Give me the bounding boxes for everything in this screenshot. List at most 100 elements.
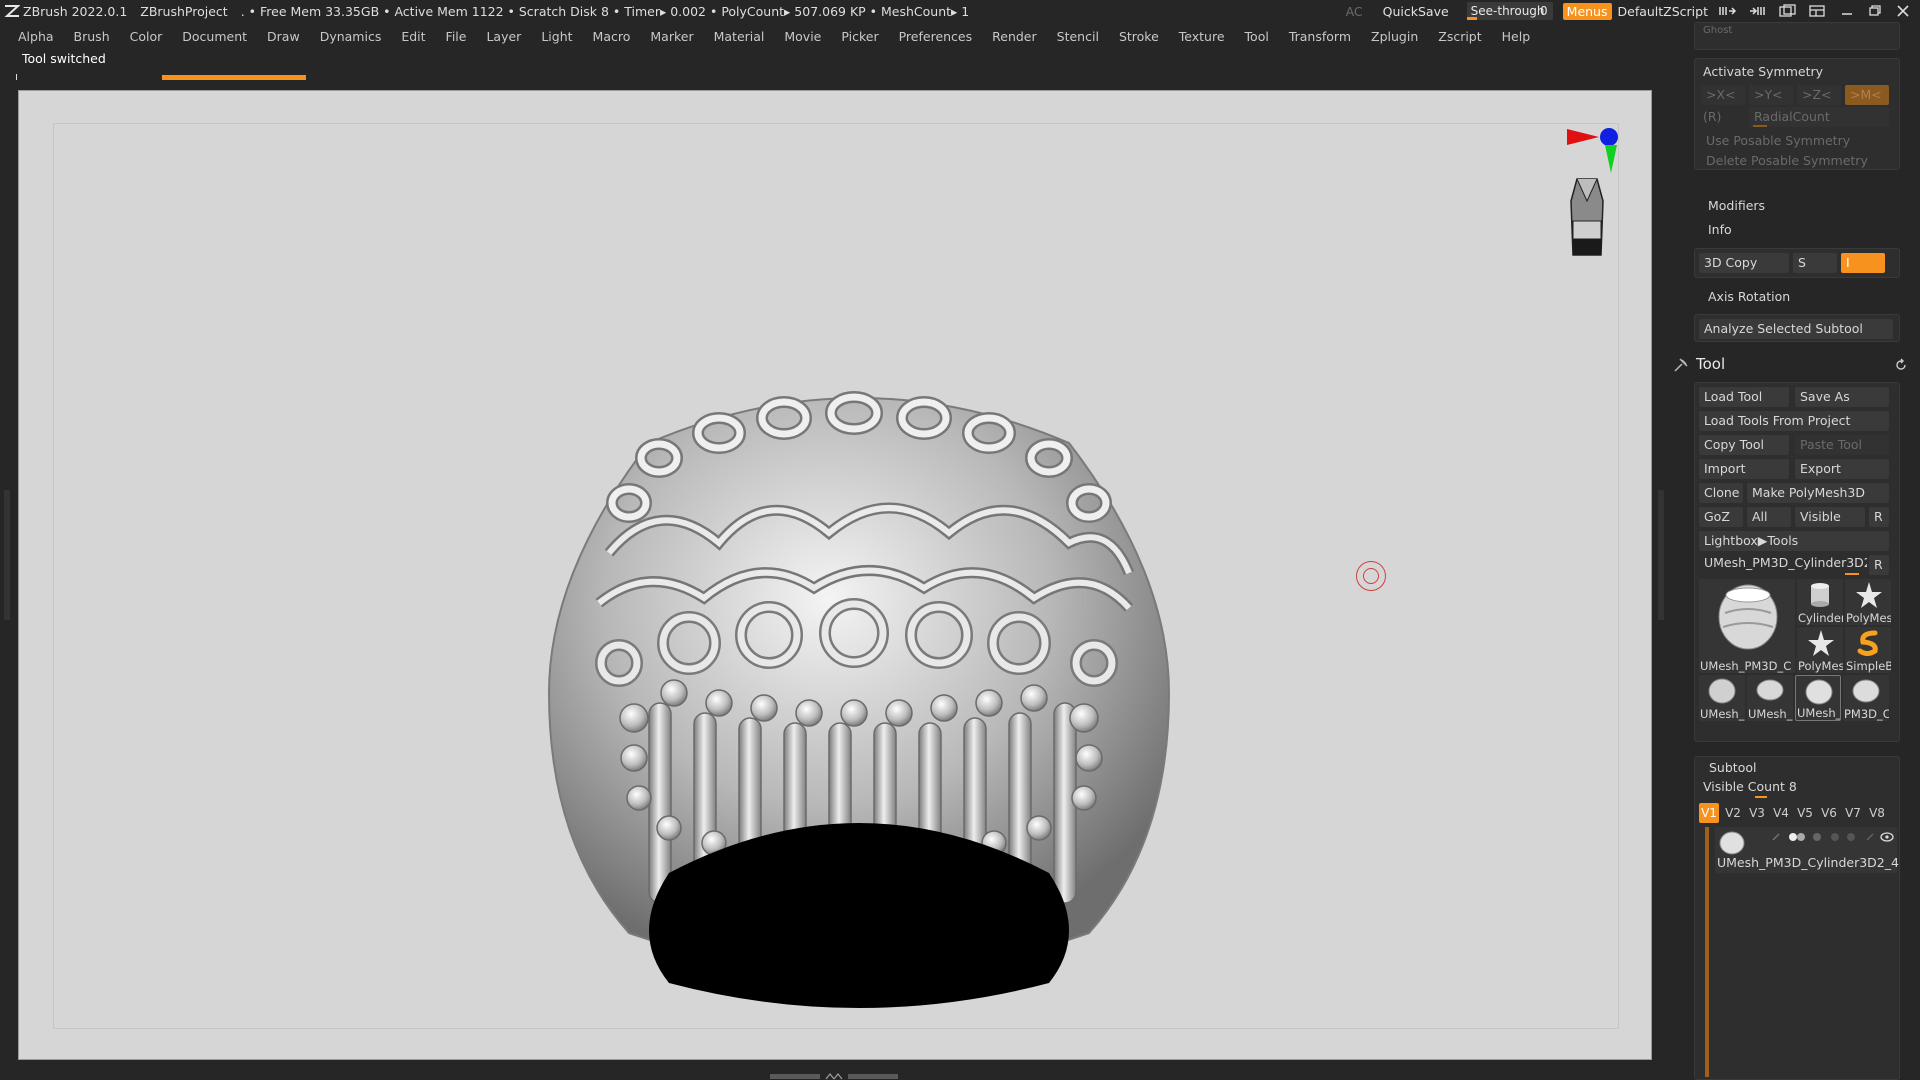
modifiers-section[interactable]: Modifiers (1708, 198, 1765, 213)
goz-button[interactable]: GoZ (1699, 507, 1743, 527)
menu-transform[interactable]: Transform (1289, 29, 1351, 44)
tool-thumb-subtool-3[interactable]: UMesh_ (1795, 675, 1841, 721)
menu-brush[interactable]: Brush (74, 29, 110, 44)
layout-icon[interactable] (1778, 4, 1798, 18)
menu-edit[interactable]: Edit (401, 29, 425, 44)
visible-tab-v1[interactable]: V1 (1699, 803, 1719, 823)
copy-i-button[interactable]: I (1841, 253, 1885, 273)
default-zscript-button[interactable]: DefaultZScript (1618, 4, 1709, 19)
menu-material[interactable]: Material (714, 29, 765, 44)
expand-arrows-icon[interactable] (824, 1072, 844, 1080)
menu-macro[interactable]: Macro (593, 29, 631, 44)
subtool-item[interactable]: UMesh_PM3D_Cylinder3D2_4 (1715, 827, 1899, 873)
close-icon[interactable] (1894, 4, 1912, 18)
visible-tab-v3[interactable]: V3 (1747, 803, 1767, 823)
save-as-button[interactable]: Save As (1795, 387, 1889, 407)
clone-button[interactable]: Clone (1699, 483, 1743, 503)
right-tray-handle[interactable] (1658, 490, 1664, 620)
tool-thumb-cylinder[interactable]: Cylinder (1797, 579, 1843, 625)
visible-tab-v2[interactable]: V2 (1723, 803, 1743, 823)
menu-light[interactable]: Light (541, 29, 572, 44)
use-posable-symmetry-button[interactable]: Use Posable Symmetry (1701, 131, 1889, 151)
menus-button[interactable]: Menus (1562, 2, 1612, 20)
visible-count-slider[interactable]: Visible Count 8 (1699, 777, 1893, 797)
quicksave-button[interactable]: QuickSave (1383, 4, 1449, 19)
see-through-slider[interactable]: See-through 0 (1466, 2, 1553, 20)
tool-thumb-subtool-2[interactable]: UMesh_ (1747, 675, 1793, 721)
subtool-toggles-icon[interactable] (1771, 831, 1895, 843)
goz-visible-button[interactable]: Visible (1795, 507, 1865, 527)
menu-dynamics[interactable]: Dynamics (320, 29, 382, 44)
refresh-icon[interactable] (1894, 358, 1908, 372)
visible-tab-v4[interactable]: V4 (1771, 803, 1791, 823)
radial-count-slider[interactable]: RadialCount (1749, 107, 1889, 127)
visible-tab-v6[interactable]: V6 (1819, 803, 1839, 823)
tool-pin-icon[interactable] (1672, 356, 1690, 374)
tool-palette-title[interactable]: Tool (1696, 355, 1725, 373)
minimize-icon[interactable] (1838, 4, 1856, 18)
ac-toggle[interactable]: AC (1346, 4, 1363, 19)
menu-stroke[interactable]: Stroke (1119, 29, 1159, 44)
restore-icon[interactable] (1866, 4, 1884, 18)
symmetry-m-button[interactable]: >M< (1845, 85, 1889, 105)
menu-help[interactable]: Help (1502, 29, 1531, 44)
brightness-right-icon[interactable] (1748, 5, 1768, 17)
menu-stencil[interactable]: Stencil (1057, 29, 1099, 44)
menu-file[interactable]: File (446, 29, 467, 44)
menu-marker[interactable]: Marker (650, 29, 693, 44)
subtool-title[interactable]: Subtool (1709, 760, 1756, 775)
copy-tool-button[interactable]: Copy Tool (1699, 435, 1789, 455)
navigation-gizmo[interactable] (1559, 125, 1639, 265)
menu-picker[interactable]: Picker (841, 29, 878, 44)
paste-tool-button[interactable]: Paste Tool (1795, 435, 1889, 455)
lightbox-tools-button[interactable]: Lightbox▶Tools (1699, 531, 1889, 551)
analyze-selected-subtool-button[interactable]: Analyze Selected Subtool (1699, 319, 1893, 339)
tool-thumb-subtool-4[interactable]: PM3D_C (1843, 675, 1889, 721)
right-tray: Ghost Activate Symmetry >X< >Y< >Z< >M< … (1672, 22, 1920, 1080)
symmetry-x-button[interactable]: >X< (1701, 85, 1745, 105)
visible-tab-v5[interactable]: V5 (1795, 803, 1815, 823)
goz-r-button[interactable]: R (1869, 507, 1889, 527)
ui-layout-icon[interactable] (1808, 4, 1828, 18)
info-section[interactable]: Info (1708, 222, 1732, 237)
menu-document[interactable]: Document (182, 29, 247, 44)
copy-s-button[interactable]: S (1793, 253, 1837, 273)
visible-tab-v8[interactable]: V8 (1867, 803, 1887, 823)
tool-thumb-polymesh2[interactable]: PolyMes (1797, 627, 1843, 673)
menu-color[interactable]: Color (130, 29, 163, 44)
menu-texture[interactable]: Texture (1179, 29, 1225, 44)
visible-tab-v7[interactable]: V7 (1843, 803, 1863, 823)
menu-render[interactable]: Render (992, 29, 1037, 44)
brightness-left-icon[interactable] (1718, 5, 1738, 17)
tool-thumb-simpleb[interactable]: SimpleB (1845, 627, 1891, 673)
tool-thumb-subtool-1[interactable]: UMesh_ (1699, 675, 1745, 721)
3d-copy-button[interactable]: 3D Copy (1699, 253, 1789, 273)
make-polymesh3d-button[interactable]: Make PolyMesh3D (1747, 483, 1889, 503)
subtool-list-scrollbar[interactable] (1705, 827, 1709, 1077)
document-canvas[interactable] (18, 90, 1652, 1060)
menu-tool[interactable]: Tool (1245, 29, 1269, 44)
tool-thumb-polymesh1[interactable]: PolyMes (1845, 579, 1891, 625)
load-tools-from-project-button[interactable]: Load Tools From Project (1699, 411, 1889, 431)
menu-layer[interactable]: Layer (486, 29, 521, 44)
menu-movie[interactable]: Movie (784, 29, 821, 44)
menu-alpha[interactable]: Alpha (18, 29, 54, 44)
current-tool-slider[interactable]: UMesh_PM3D_Cylinder3D2_4 (1699, 553, 1867, 573)
left-tray-handle[interactable] (4, 490, 10, 620)
tool-r-button[interactable]: R (1869, 555, 1889, 575)
load-tool-button[interactable]: Load Tool (1699, 387, 1789, 407)
menu-zscript[interactable]: Zscript (1438, 29, 1481, 44)
import-button[interactable]: Import (1699, 459, 1789, 479)
symmetry-z-button[interactable]: >Z< (1797, 85, 1841, 105)
symmetry-y-button[interactable]: >Y< (1749, 85, 1793, 105)
bottom-shelf-handle[interactable] (770, 1072, 900, 1080)
axis-rotation-section[interactable]: Axis Rotation (1708, 289, 1790, 304)
menu-preferences[interactable]: Preferences (899, 29, 973, 44)
delete-posable-symmetry-button[interactable]: Delete Posable Symmetry (1701, 151, 1889, 171)
tool-thumb-main[interactable]: UMesh_PM3D_C (1699, 579, 1795, 673)
activate-symmetry-button[interactable]: Activate Symmetry (1703, 64, 1823, 79)
export-button[interactable]: Export (1795, 459, 1889, 479)
goz-all-button[interactable]: All (1747, 507, 1791, 527)
menu-draw[interactable]: Draw (267, 29, 300, 44)
menu-zplugin[interactable]: Zplugin (1371, 29, 1418, 44)
